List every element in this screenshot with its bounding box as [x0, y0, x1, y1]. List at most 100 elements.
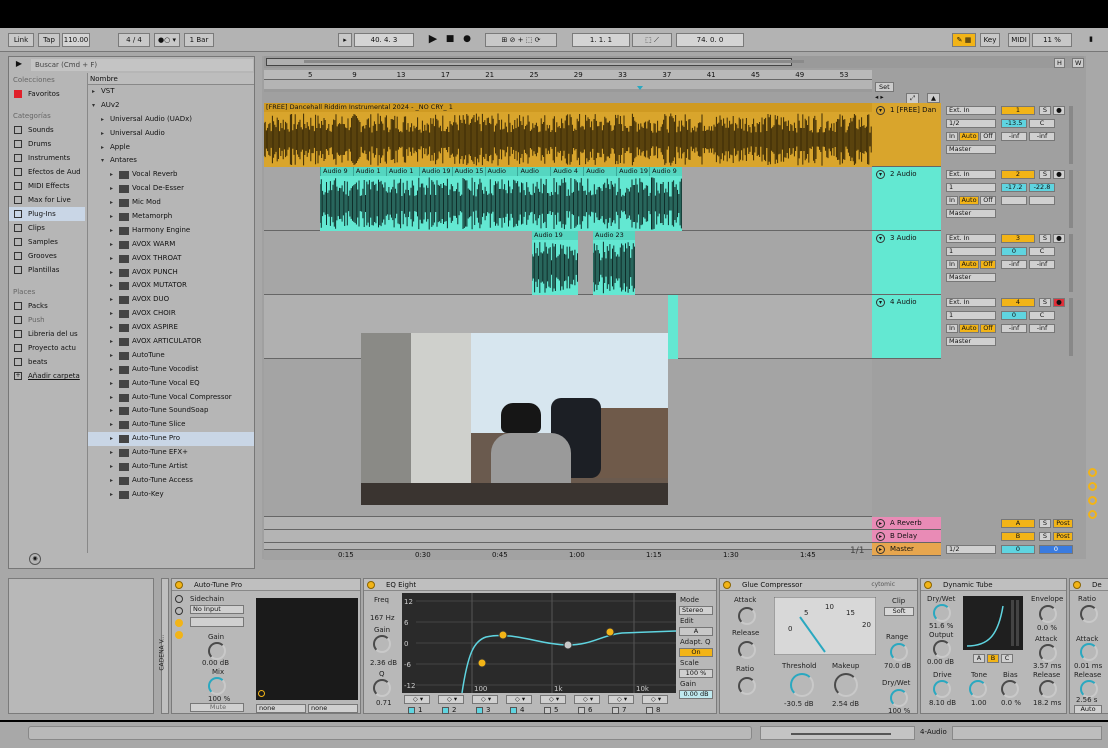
clip-title[interactable]: Audio [484, 167, 518, 176]
browser-item[interactable]: ▸ Auto-Key [88, 488, 254, 502]
set-button[interactable]: Set [875, 82, 894, 92]
plugin-display[interactable] [256, 598, 358, 700]
preview-icon[interactable]: ◉ [29, 553, 41, 565]
input-channel-select[interactable]: 1 [946, 183, 996, 192]
volume-field[interactable]: 0 [1001, 247, 1027, 256]
hide-overview-button[interactable]: H [1054, 58, 1065, 68]
eq-band-node[interactable] [605, 627, 615, 637]
sidebar-item-clips[interactable]: Clips [9, 221, 85, 235]
freq-value[interactable]: 167 Hz [370, 614, 395, 622]
param-select-2[interactable]: none [308, 704, 358, 713]
fold-arrow-icon[interactable]: ▸ [876, 532, 885, 541]
output-select[interactable]: Master [946, 209, 996, 218]
pan-field[interactable]: -22.8 [1029, 183, 1055, 192]
clip-title[interactable]: Audio 1 [352, 167, 386, 176]
send-b-field[interactable]: -inf [1029, 324, 1055, 333]
volume-field[interactable]: -13.5 [1001, 119, 1027, 128]
send-a-field[interactable]: -inf [1001, 324, 1027, 333]
band-toggle[interactable] [646, 707, 653, 714]
expand-arrow-icon[interactable]: ▸ [110, 474, 113, 488]
track-header[interactable]: ▾ 3 Audio [872, 231, 941, 295]
expand-arrow-icon[interactable]: ▸ [110, 488, 113, 502]
browser-item[interactable]: ▸ AVOX THROAT [88, 252, 254, 266]
arm-button[interactable]: ● [1053, 234, 1065, 243]
input-channel-select[interactable]: 1 [946, 311, 996, 320]
expand-arrow-icon[interactable]: ▸ [110, 446, 113, 460]
expand-arrow-icon[interactable]: ▸ [110, 321, 113, 335]
device-on-icon[interactable] [1073, 581, 1081, 589]
monitor-auto-button[interactable]: Auto [959, 132, 979, 141]
return-lane-b[interactable] [264, 530, 872, 543]
track-name[interactable]: 4 Audio [890, 298, 917, 306]
threshold-knob[interactable] [790, 673, 814, 697]
link-button[interactable]: Link [8, 33, 34, 47]
width-button[interactable]: W [1072, 58, 1085, 68]
browser-item[interactable]: ▸ Vocal Reverb [88, 168, 254, 182]
send-b-field[interactable] [1029, 196, 1055, 205]
arm-button[interactable]: ● [1053, 106, 1065, 115]
browser-item[interactable]: ▸ Auto-Tune Vocal EQ [88, 377, 254, 391]
clip-dancehall-riddim[interactable]: [FREE] Dancehall Riddim Instrumental 202… [264, 103, 872, 167]
fold-arrow-icon[interactable]: ▾ [876, 234, 885, 243]
sidechain-input-select[interactable]: No Input [190, 605, 244, 614]
eq-band-selector[interactable]: ◇ ▾ 7 [608, 695, 638, 715]
monitor-in-button[interactable]: In [946, 132, 958, 141]
band-type-select[interactable]: ◇ ▾ [506, 695, 532, 704]
solo-button[interactable]: S [1039, 298, 1051, 307]
track-lane-1[interactable]: [FREE] Dancehall Riddim Instrumental 202… [264, 103, 872, 167]
band-type-select[interactable]: ◇ ▾ [404, 695, 430, 704]
expand-arrow-icon[interactable]: ▸ [110, 432, 113, 446]
expand-arrow-icon[interactable]: ▸ [101, 113, 104, 127]
ratio-knob[interactable] [738, 677, 756, 695]
browser-item[interactable]: ▸ Universal Audio [88, 127, 254, 141]
track-number-button[interactable]: 4 [1001, 298, 1035, 307]
sidechain-channel-select[interactable] [190, 617, 244, 627]
param-select-1[interactable]: none [256, 704, 306, 713]
browser-item[interactable]: ▸ AutoTune [88, 349, 254, 363]
input-channel-select[interactable]: 1/2 [946, 119, 996, 128]
stop-button[interactable]: ■ [443, 33, 457, 47]
eq-band-selector[interactable]: ◇ ▾ 1 [404, 695, 434, 715]
expand-arrow-icon[interactable]: ▸ [110, 307, 113, 321]
collapse-arrow-icon[interactable]: ▾ [101, 154, 104, 168]
return-name[interactable]: Master [890, 545, 914, 553]
band-type-select[interactable]: ◇ ▾ [608, 695, 634, 704]
clip-audio-19[interactable]: Audio 19 [532, 231, 578, 295]
expand-arrow-icon[interactable]: ▸ [110, 418, 113, 432]
device-on-icon[interactable] [367, 581, 375, 589]
monitor-off-button[interactable]: Off [980, 324, 996, 333]
clip-title[interactable]: Audio 15 [451, 167, 485, 176]
browser-item[interactable]: ▸ AVOX CHOIR [88, 307, 254, 321]
track-header[interactable]: ▾ 1 [FREE] Dan [872, 103, 941, 167]
band-toggle[interactable] [612, 707, 619, 714]
tone-knob[interactable] [969, 680, 987, 698]
browser-item[interactable]: ▾ AUv2 [88, 99, 254, 113]
arrangement-overview[interactable]: H W [264, 56, 1085, 68]
expand-arrow-icon[interactable]: ▸ [101, 141, 104, 155]
browser-item[interactable]: ▸ Auto-Tune Slice [88, 418, 254, 432]
browser-item[interactable]: ▸ Apple [88, 141, 254, 155]
fold-arrow-icon[interactable]: ▾ [876, 298, 885, 307]
sidebar-item-templates[interactable]: Plantillas [9, 263, 85, 277]
expand-arrow-icon[interactable]: ▸ [110, 266, 113, 280]
expand-arrow-icon[interactable]: ▸ [110, 391, 113, 405]
return-letter-button[interactable]: A [1001, 519, 1035, 528]
loop-length-field[interactable]: 74. 0. 0 [676, 33, 744, 47]
sidebar-item-samples[interactable]: Samples [9, 235, 85, 249]
expand-arrow-icon[interactable]: ▸ [110, 168, 113, 182]
mini-overview[interactable] [760, 726, 915, 740]
expand-arrow-icon[interactable]: ▸ [110, 238, 113, 252]
gain-knob[interactable] [373, 635, 391, 653]
return-name[interactable]: A Reverb [890, 519, 922, 527]
loop-brace-bar[interactable] [264, 80, 872, 92]
track-name[interactable]: 1 [FREE] Dan [890, 106, 936, 114]
time-signature-field[interactable]: 4 / 4 [118, 33, 150, 47]
input-channel-select[interactable]: 1 [946, 247, 996, 256]
device-on-icon[interactable] [723, 581, 731, 589]
clip-title[interactable]: Audio 9 [649, 167, 682, 176]
track-name[interactable]: 3 Audio [890, 234, 917, 242]
return-lane-a[interactable] [264, 517, 872, 530]
device-side-icons[interactable] [175, 595, 183, 715]
expand-arrow-icon[interactable]: ▸ [110, 196, 113, 210]
browser-item[interactable]: ▸ Auto-Tune Vocodist [88, 363, 254, 377]
